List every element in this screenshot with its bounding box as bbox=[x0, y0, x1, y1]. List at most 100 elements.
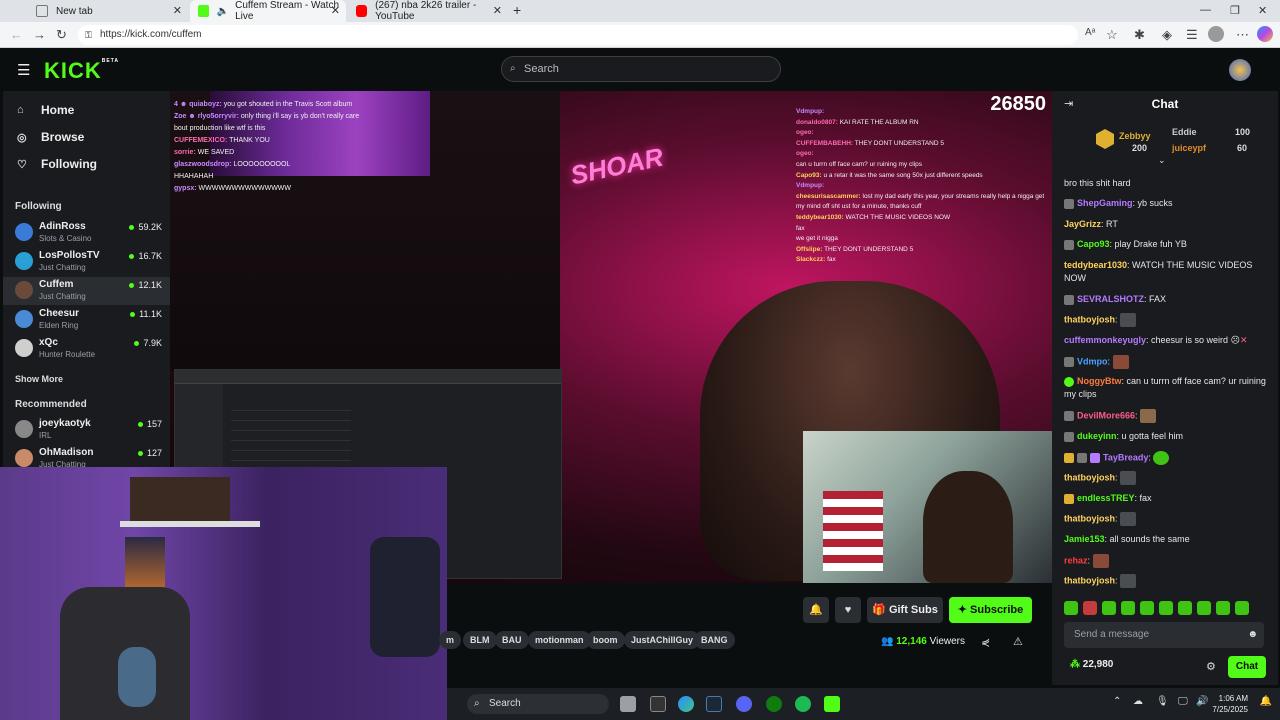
channel-cheesur[interactable]: Cheesur Elden Ring 11.1K bbox=[3, 306, 170, 334]
logo-text: KICK bbox=[44, 58, 102, 83]
browser-tab-kick[interactable]: 🔈 Cuffem Stream - Watch Live ✕ bbox=[190, 0, 346, 22]
tag-pill[interactable]: JustAChillGuy bbox=[624, 631, 701, 649]
send-chat-button[interactable]: Chat bbox=[1228, 656, 1266, 678]
emote-button[interactable] bbox=[1140, 601, 1154, 615]
file-explorer-icon[interactable] bbox=[620, 696, 636, 712]
collections-icon[interactable]: ☰ bbox=[1186, 27, 1198, 43]
channel-points[interactable]: ⁂ 22,980 bbox=[1070, 659, 1113, 670]
guest-webcam-overlay bbox=[803, 431, 1052, 583]
emote-button[interactable] bbox=[1216, 601, 1230, 615]
system-tray-chevron-icon[interactable]: ⌃ bbox=[1113, 696, 1121, 707]
kick-app-icon[interactable] bbox=[824, 696, 840, 712]
extensions-icon[interactable]: ✱ bbox=[1134, 27, 1145, 43]
maximize-icon[interactable]: ❐ bbox=[1230, 4, 1240, 17]
following-section-title: Following bbox=[15, 201, 62, 212]
read-aloud-icon[interactable]: Aᵃ bbox=[1085, 27, 1095, 38]
taskbar-search[interactable]: ⌕ Search bbox=[467, 694, 609, 714]
tag-pill[interactable]: BAU bbox=[495, 631, 529, 649]
new-tab-plus-icon[interactable]: + bbox=[513, 2, 521, 18]
report-warning-icon[interactable]: ⚠ bbox=[1013, 635, 1023, 648]
url-field[interactable]: ⚿ https://kick.com/cuffem bbox=[78, 25, 1078, 45]
sub-badge-icon bbox=[1077, 453, 1087, 463]
avatar bbox=[15, 420, 33, 438]
nav-following[interactable]: ♡ Following bbox=[17, 157, 97, 171]
network-icon[interactable]: 🖵 bbox=[1178, 696, 1188, 707]
overlay-chat-line: ogeo: bbox=[796, 129, 814, 137]
hamburger-menu-icon[interactable]: ☰ bbox=[17, 61, 30, 79]
emote-button[interactable] bbox=[1102, 601, 1116, 615]
copilot-icon[interactable] bbox=[1257, 26, 1273, 42]
face-emote-icon bbox=[1140, 409, 1157, 423]
chat-message: Capo93: play Drake fuh YB bbox=[1064, 238, 1272, 251]
profile-avatar-icon[interactable] bbox=[1208, 26, 1224, 42]
site-search-input[interactable]: ⌕ Search bbox=[501, 56, 781, 82]
browser-tab-newtab[interactable]: New tab ✕ bbox=[28, 0, 188, 22]
nav-home[interactable]: ⌂ Home bbox=[17, 103, 74, 117]
channel-lospollostv[interactable]: LosPollosTV Just Chatting 16.7K bbox=[3, 248, 170, 276]
emote-button[interactable] bbox=[1064, 601, 1078, 615]
tag-pill[interactable]: BANG bbox=[694, 631, 735, 649]
spotify-icon[interactable] bbox=[795, 696, 811, 712]
emote-button[interactable] bbox=[1083, 601, 1097, 615]
sub-badge-icon bbox=[1064, 431, 1074, 442]
xbox-icon[interactable] bbox=[766, 696, 782, 712]
emote-button[interactable] bbox=[1235, 601, 1249, 615]
emoji-picker-icon[interactable]: ☻ bbox=[1247, 622, 1258, 648]
gift-badge-icon bbox=[1090, 453, 1100, 463]
favorite-star-icon[interactable]: ☆ bbox=[1106, 27, 1118, 43]
follow-heart-icon[interactable]: ♥ bbox=[835, 597, 861, 623]
chat-settings-gear-icon[interactable]: ⚙ bbox=[1206, 660, 1216, 673]
microphone-icon[interactable]: 🎙 bbox=[1156, 696, 1169, 707]
overlay-chat-line: sorrie: WE SAVED bbox=[174, 149, 235, 156]
more-menu-icon[interactable]: ⋯ bbox=[1236, 27, 1249, 43]
tag-pill[interactable]: boom bbox=[586, 631, 625, 649]
notification-bell-icon[interactable]: 🔔 bbox=[803, 597, 829, 623]
user-avatar[interactable] bbox=[1229, 59, 1251, 81]
nav-browse[interactable]: ◎ Browse bbox=[17, 130, 84, 144]
tag-pill[interactable]: motionman bbox=[528, 631, 591, 649]
notification-bell-icon[interactable]: 🔔 bbox=[1260, 696, 1272, 707]
speaker-icon[interactable]: 🔈 bbox=[217, 6, 229, 17]
channel-cuffem[interactable]: Cuffem Just Chatting 12.1K bbox=[3, 277, 170, 305]
subscribe-button[interactable]: ✦ Subscribe bbox=[949, 597, 1032, 623]
gift-subs-button[interactable]: 🎁 Gift Subs bbox=[867, 597, 943, 623]
show-more-link[interactable]: Show More bbox=[15, 374, 63, 384]
emote-button[interactable] bbox=[1178, 601, 1192, 615]
verified-badge-icon bbox=[1064, 376, 1074, 387]
edge-browser-icon[interactable] bbox=[678, 696, 694, 712]
channel-joeykaotyk[interactable]: joeykaotyk IRL 157 bbox=[3, 416, 170, 444]
system-clock[interactable]: 1:06 AM 7/25/2025 bbox=[1212, 693, 1248, 715]
emote-button[interactable] bbox=[1197, 601, 1211, 615]
steam-icon[interactable] bbox=[706, 696, 722, 712]
forward-arrow-icon[interactable]: → bbox=[33, 27, 46, 42]
overlay-chat-line: gypsx: WWWWWWWWWWWWWW bbox=[174, 185, 292, 192]
expand-chevron-icon[interactable]: ⌄ bbox=[1158, 155, 1166, 166]
close-window-icon[interactable]: ✕ bbox=[1258, 4, 1267, 17]
share-icon[interactable]: ⋞ bbox=[981, 636, 990, 649]
close-tab-icon[interactable]: ✕ bbox=[331, 4, 340, 17]
browser-tab-youtube[interactable]: (267) nba 2k26 trailer - YouTube ✕ bbox=[348, 0, 508, 22]
minimize-icon[interactable]: — bbox=[1200, 4, 1211, 16]
channel-viewers: 157 bbox=[138, 419, 162, 429]
volume-icon[interactable]: 🔊 bbox=[1196, 696, 1208, 707]
channel-xqc[interactable]: xQc Hunter Roulette 7.9K bbox=[3, 335, 170, 363]
emote-button[interactable] bbox=[1121, 601, 1135, 615]
chat-message-input[interactable]: Send a message ☻ bbox=[1064, 622, 1264, 648]
chat-message: cuffemmonkeyugly: cheesur is so weird ☹✕ bbox=[1064, 335, 1248, 345]
tag-pill[interactable]: BLM bbox=[463, 631, 497, 649]
shield-icon[interactable]: ◈ bbox=[1162, 27, 1172, 43]
epic-games-icon[interactable] bbox=[650, 696, 666, 712]
discord-icon[interactable] bbox=[736, 696, 752, 712]
chat-message: SEVRALSHOTZ: FAX bbox=[1064, 293, 1272, 306]
kick-logo[interactable]: KICKBETA bbox=[44, 58, 119, 84]
close-tab-icon[interactable]: ✕ bbox=[173, 4, 182, 17]
page-icon bbox=[36, 5, 48, 17]
back-arrow-icon[interactable]: ← bbox=[10, 27, 23, 42]
emote-button[interactable] bbox=[1159, 601, 1173, 615]
close-tab-icon[interactable]: ✕ bbox=[493, 4, 502, 17]
tag-pill[interactable]: m bbox=[439, 631, 462, 649]
refresh-icon[interactable]: ↻ bbox=[56, 27, 67, 43]
site-header: ☰ KICKBETA ⌕ Search bbox=[3, 49, 1278, 91]
onedrive-cloud-icon[interactable]: ☁ bbox=[1133, 696, 1143, 707]
channel-adinross[interactable]: AdinRoss Slots & Casino 59.2K bbox=[3, 219, 170, 247]
